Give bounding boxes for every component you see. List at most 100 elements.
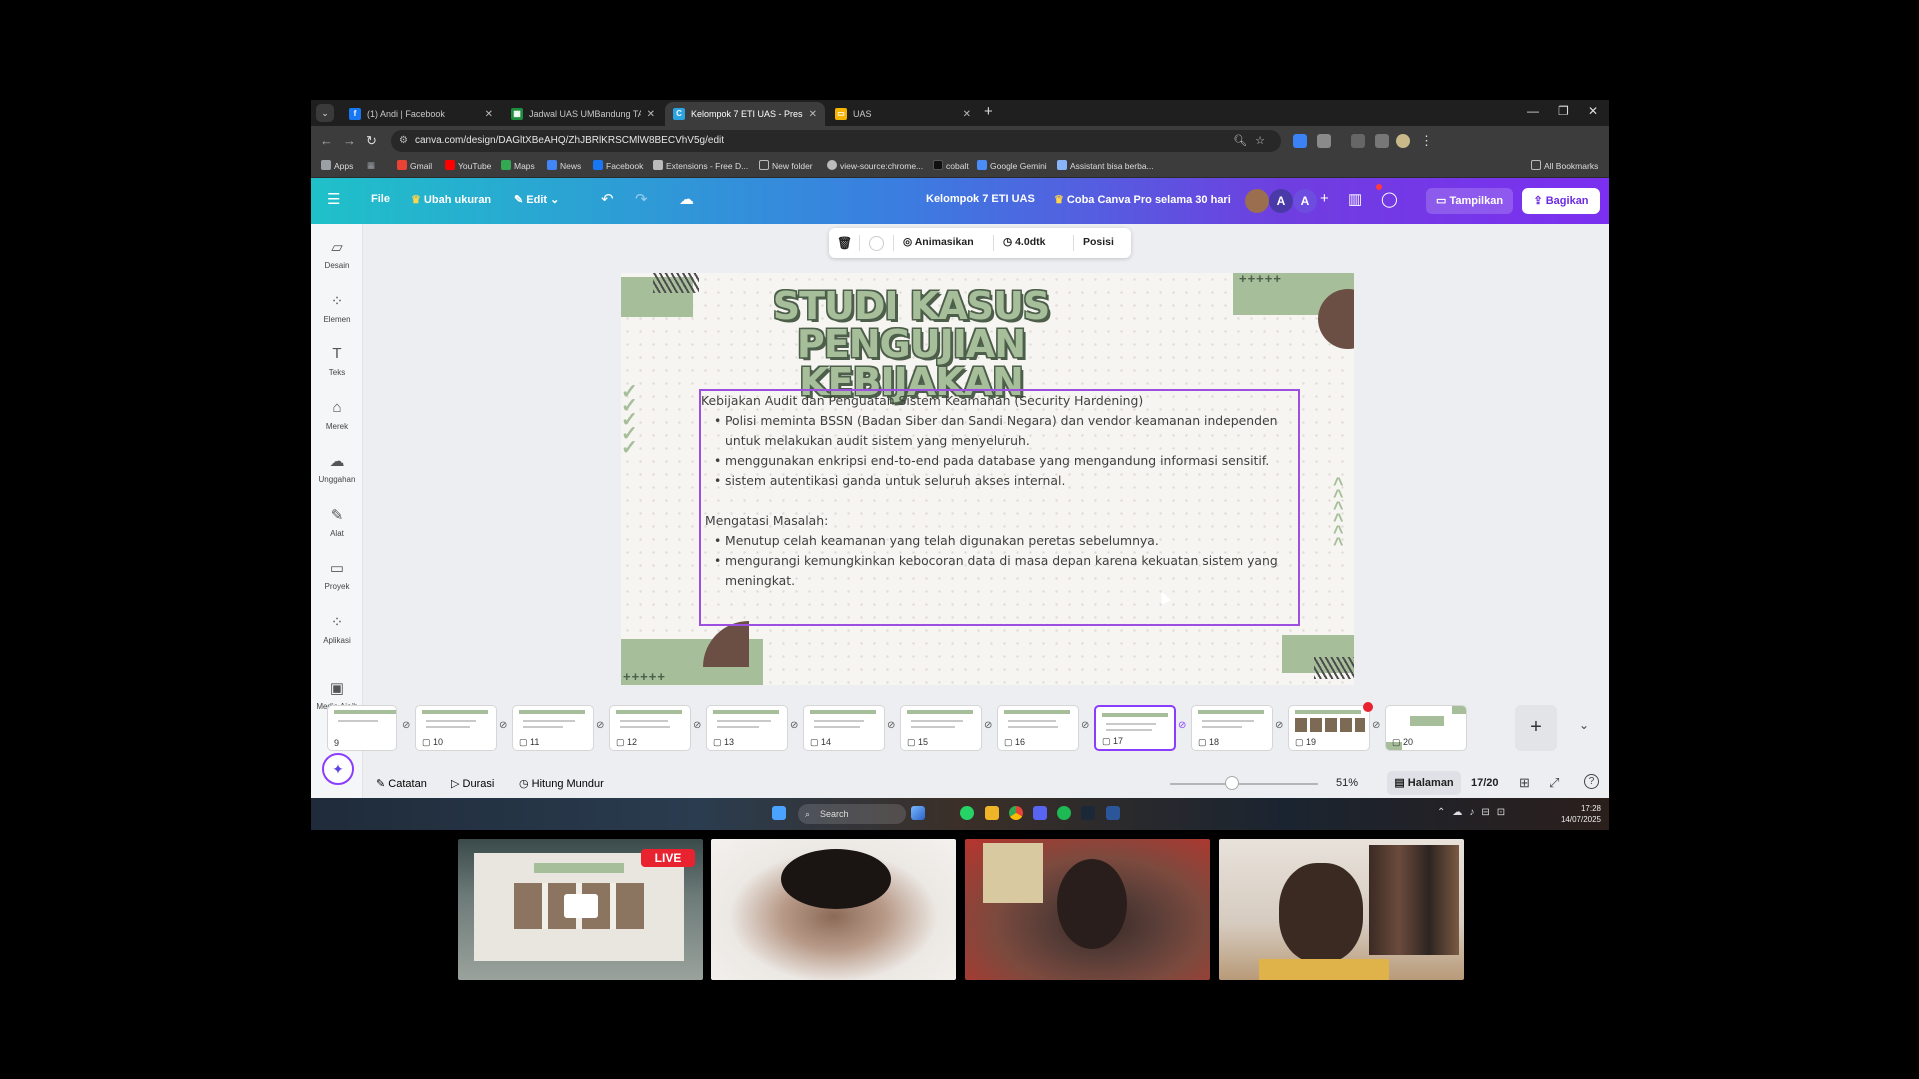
transition-icon[interactable]: ⊘	[1081, 720, 1089, 731]
transition-icon[interactable]: ⊘	[1178, 720, 1186, 731]
transition-icon[interactable]: ⊘	[790, 720, 798, 731]
grid-view-icon[interactable]: ⊞	[1519, 775, 1530, 791]
tab-uas[interactable]: ▭ UAS ✕	[827, 102, 979, 126]
minimize-icon[interactable]: —	[1527, 104, 1539, 118]
profile-avatar[interactable]	[1396, 134, 1410, 148]
page-thumbnail[interactable]: ▢ 12	[609, 705, 691, 751]
pro-trial-button[interactable]: ♛ Coba Canva Pro selama 30 hari	[1054, 193, 1231, 206]
restore-icon[interactable]: ❐	[1558, 104, 1569, 118]
page-thumbnail-current[interactable]: ▢ 17	[1094, 705, 1176, 751]
all-bookmarks[interactable]: All Bookmarks	[1531, 160, 1598, 171]
extensions-puzzle-icon[interactable]	[1317, 134, 1331, 148]
tab-jadwal-uas[interactable]: ▦ Jadwal UAS UMBandung TA 20… ✕	[503, 102, 663, 126]
sidebar-item-apps[interactable]: ⁘ Aplikasi	[311, 613, 363, 645]
cloud-save-icon[interactable]: ☁	[679, 190, 694, 208]
page-counter[interactable]: 17/20	[1471, 777, 1499, 789]
duration-button[interactable]: ◷ 4.0dtk	[1003, 236, 1045, 248]
duration-button[interactable]: ▷ Durasi	[451, 777, 494, 790]
new-tab-button[interactable]: +	[984, 103, 993, 120]
site-info-icon[interactable]: ⚙	[399, 130, 408, 152]
history-icon[interactable]	[1351, 134, 1365, 148]
help-icon[interactable]: ?	[1584, 774, 1599, 789]
spotify-icon[interactable]	[1057, 806, 1071, 820]
extension-icon[interactable]	[1293, 134, 1307, 148]
share-button[interactable]: ⇪ Bagikan	[1522, 188, 1600, 214]
clock[interactable]: 17:28 14/07/2025	[1561, 803, 1601, 825]
transition-icon[interactable]: ⊘	[1372, 720, 1380, 731]
transition-icon[interactable]: ⊘	[499, 720, 507, 731]
analytics-icon[interactable]: ▥	[1348, 190, 1362, 208]
undo-icon[interactable]: ↶	[601, 190, 614, 208]
bookmark-extensions[interactable]: Extensions - Free D...	[653, 160, 748, 171]
bookmark-youtube[interactable]: YouTube	[445, 160, 491, 171]
add-collaborator-icon[interactable]: +	[1320, 190, 1329, 207]
redo-icon[interactable]: ↷	[635, 190, 648, 208]
bookmark-cobalt[interactable]: cobalt	[933, 160, 969, 171]
windows-start-icon[interactable]	[772, 806, 786, 820]
back-icon[interactable]: ←	[320, 133, 333, 148]
sidebar-item-uploads[interactable]: ☁ Unggahan	[311, 452, 363, 484]
edit-menu[interactable]: ✎ Edit ⌄	[514, 193, 559, 206]
zoom-slider[interactable]	[1170, 783, 1318, 785]
chrome-icon[interactable]	[1009, 806, 1023, 820]
bookmark-facebook[interactable]: Facebook	[593, 160, 643, 171]
steam-icon[interactable]	[1081, 806, 1095, 820]
bookmark-assistant[interactable]: Assistant bisa berba...	[1057, 160, 1154, 171]
file-menu[interactable]: File	[371, 193, 390, 205]
magic-assistant-button[interactable]: ✦	[322, 753, 354, 785]
sidebar-item-brand[interactable]: ⌂ Merek	[311, 399, 363, 431]
page-thumbnail[interactable]: ▢ 10	[415, 705, 497, 751]
bookmark-news[interactable]: News	[547, 160, 581, 171]
reload-icon[interactable]: ↻	[366, 133, 377, 149]
page-thumbnail[interactable]: 9	[327, 705, 397, 751]
zoom-slider-handle[interactable]	[1225, 776, 1239, 790]
page-thumbnail[interactable]: ▢ 11	[512, 705, 594, 751]
close-window-icon[interactable]: ✕	[1588, 104, 1598, 118]
forward-icon[interactable]: →	[343, 133, 356, 148]
notes-button[interactable]: ✎ Catatan	[376, 777, 427, 790]
page-thumbnail[interactable]: ▢ 16	[997, 705, 1079, 751]
bookmark-gemini[interactable]: Google Gemini	[977, 160, 1047, 171]
chevron-down-icon[interactable]: ⌄	[1579, 718, 1589, 732]
bookmark-gmail[interactable]: Gmail	[397, 160, 432, 171]
document-title[interactable]: Kelompok 7 ETI UAS	[926, 193, 1035, 205]
comment-icon[interactable]: ◯	[1381, 190, 1398, 208]
sidebar-item-design[interactable]: ▱ Desain	[311, 238, 363, 270]
close-icon[interactable]: ✕	[963, 109, 971, 120]
media-icon[interactable]	[1375, 134, 1389, 148]
selected-text-box[interactable]: Kebijakan Audit dan Penguatan Sistem Kea…	[699, 389, 1300, 626]
video-tile-participant[interactable]	[711, 839, 956, 980]
tab-search-dropdown[interactable]: ⌄	[316, 104, 334, 122]
page-thumbnail[interactable]: ▢ 20	[1385, 705, 1467, 751]
color-swatch[interactable]	[869, 236, 884, 251]
fullscreen-icon[interactable]: ⤢	[1549, 775, 1559, 791]
slide-title[interactable]: STUDI KASUS PENGUJIAN KEBIJAKAN	[701, 287, 1121, 401]
sidebar-item-projects[interactable]: ▭ Proyek	[311, 559, 363, 591]
bookmark-new-folder[interactable]: New folder	[759, 160, 813, 171]
video-tile-participant[interactable]	[965, 839, 1210, 980]
close-icon[interactable]: ✕	[485, 109, 493, 120]
transition-icon[interactable]: ⊘	[1275, 720, 1283, 731]
bookmark-maps[interactable]: Maps	[501, 160, 535, 171]
page-thumbnail[interactable]: ▢ 14	[803, 705, 885, 751]
video-tile-screen-share[interactable]: LIVE	[458, 839, 703, 980]
animate-button[interactable]: ◎ Animasikan	[903, 236, 974, 248]
transition-icon[interactable]: ⊘	[402, 720, 410, 731]
avatar[interactable]	[1245, 189, 1269, 213]
trash-icon[interactable]: 🗑︎	[837, 236, 852, 250]
page-thumbnail[interactable]: ▢ 15	[900, 705, 982, 751]
pages-view-button[interactable]: ▤ Halaman	[1387, 771, 1461, 795]
avatar[interactable]: A	[1269, 189, 1293, 213]
zoom-icon[interactable]: 🔍︎	[1233, 135, 1255, 147]
transition-icon[interactable]: ⊘	[887, 720, 895, 731]
avatar[interactable]: A	[1293, 189, 1317, 213]
zoom-level[interactable]: 51%	[1336, 777, 1358, 789]
browser-menu-icon[interactable]: ⋮	[1420, 133, 1433, 149]
position-button[interactable]: Posisi	[1083, 236, 1114, 248]
close-icon[interactable]: ✕	[809, 109, 817, 120]
tab-canva-presentation[interactable]: C Kelompok 7 ETI UAS - Presenta… ✕	[665, 102, 825, 126]
resize-button[interactable]: ♛ Ubah ukuran	[411, 193, 491, 206]
add-page-button[interactable]: +	[1515, 705, 1557, 751]
taskbar-search[interactable]: ⌕ Search	[798, 804, 906, 824]
slide-canvas[interactable]: +++++ +++++ ✓ ✓ ✓ ✓ ✓ ^ ^ ^ ^ ^ ^ STUDI KASUS PEN…	[621, 273, 1354, 685]
